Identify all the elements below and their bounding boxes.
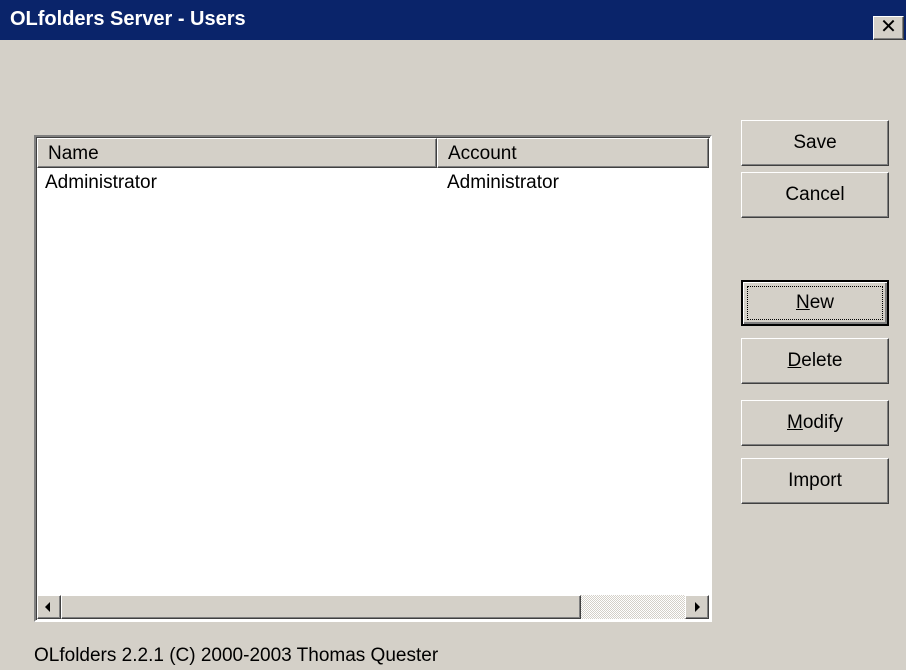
delete-button-label: Delete bbox=[787, 350, 843, 371]
copyright-text: OLfolders 2.2.1 (C) 2000-2003 Thomas Que… bbox=[34, 645, 439, 666]
cancel-button[interactable]: Cancel bbox=[741, 172, 889, 218]
modify-button[interactable]: Modify bbox=[741, 400, 889, 446]
close-icon: ✕ bbox=[880, 16, 897, 38]
close-button[interactable]: ✕ bbox=[873, 16, 904, 40]
column-header-account[interactable]: Account bbox=[437, 138, 709, 168]
horizontal-scrollbar[interactable] bbox=[37, 595, 709, 619]
table-row[interactable]: Administrator Administrator bbox=[37, 170, 709, 196]
modify-button-label: Modify bbox=[787, 412, 843, 433]
cell-name: Administrator bbox=[45, 172, 157, 193]
new-button[interactable]: New bbox=[741, 280, 889, 326]
cancel-button-label: Cancel bbox=[785, 184, 845, 205]
import-button[interactable]: Import bbox=[741, 458, 889, 504]
list-header: Name Account bbox=[37, 138, 709, 168]
import-button-label: Import bbox=[788, 470, 842, 491]
scroll-right-button[interactable] bbox=[685, 595, 709, 619]
title-bar: OLfolders Server - Users ✕ bbox=[0, 0, 906, 40]
arrow-right-icon bbox=[695, 602, 700, 612]
arrow-left-icon bbox=[45, 602, 50, 612]
cell-account: Administrator bbox=[447, 172, 559, 193]
new-button-label: New bbox=[795, 292, 835, 313]
column-header-name[interactable]: Name bbox=[37, 138, 437, 168]
delete-button[interactable]: Delete bbox=[741, 338, 889, 384]
save-button-label: Save bbox=[793, 132, 837, 153]
scroll-thumb[interactable] bbox=[61, 595, 581, 619]
scroll-left-button[interactable] bbox=[37, 595, 61, 619]
save-button[interactable]: Save bbox=[741, 120, 889, 166]
users-list[interactable]: Name Account Administrator Administrator bbox=[34, 135, 712, 622]
users-dialog: OLfolders Server - Users ✕ Name Account … bbox=[0, 0, 906, 670]
window-title: OLfolders Server - Users bbox=[10, 8, 246, 30]
